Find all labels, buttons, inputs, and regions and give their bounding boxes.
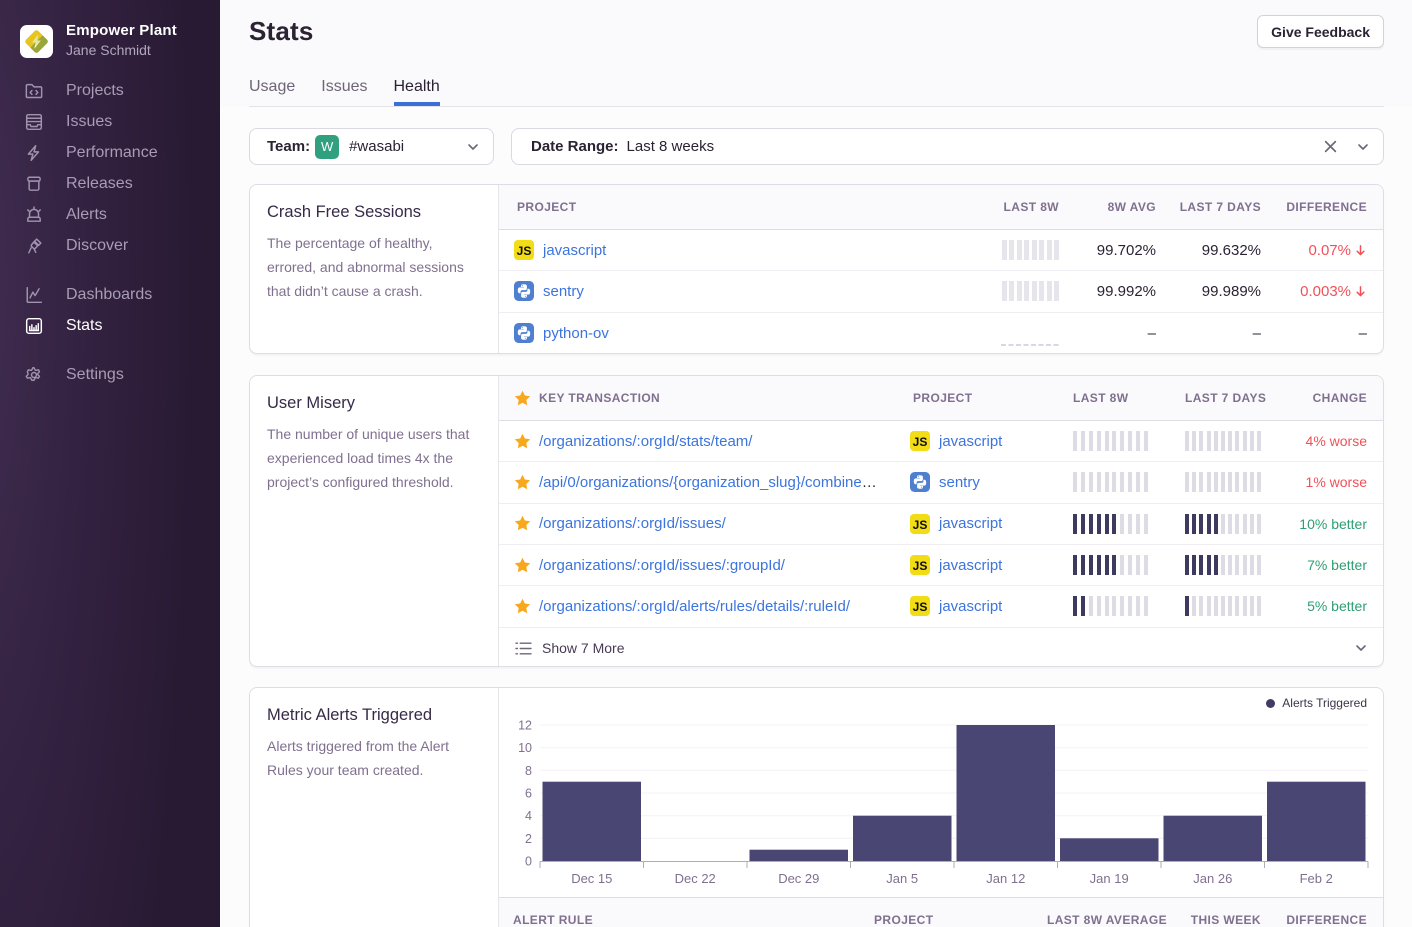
svg-text:Dec 22: Dec 22 [675, 871, 716, 886]
svg-text:Jan 12: Jan 12 [986, 871, 1025, 886]
svg-text:8: 8 [525, 764, 532, 778]
svg-text:Jan 26: Jan 26 [1193, 871, 1232, 886]
svg-text:2: 2 [525, 832, 532, 846]
svg-text:4: 4 [525, 809, 532, 823]
svg-text:Jan 19: Jan 19 [1090, 871, 1129, 886]
svg-text:6: 6 [525, 787, 532, 801]
svg-text:0: 0 [525, 855, 532, 869]
svg-text:Jan 5: Jan 5 [886, 871, 918, 886]
svg-text:Dec 29: Dec 29 [778, 871, 819, 886]
svg-text:10: 10 [518, 741, 532, 755]
svg-text:Feb 2: Feb 2 [1300, 871, 1333, 886]
svg-text:12: 12 [518, 719, 532, 733]
svg-text:Dec 15: Dec 15 [571, 871, 612, 886]
